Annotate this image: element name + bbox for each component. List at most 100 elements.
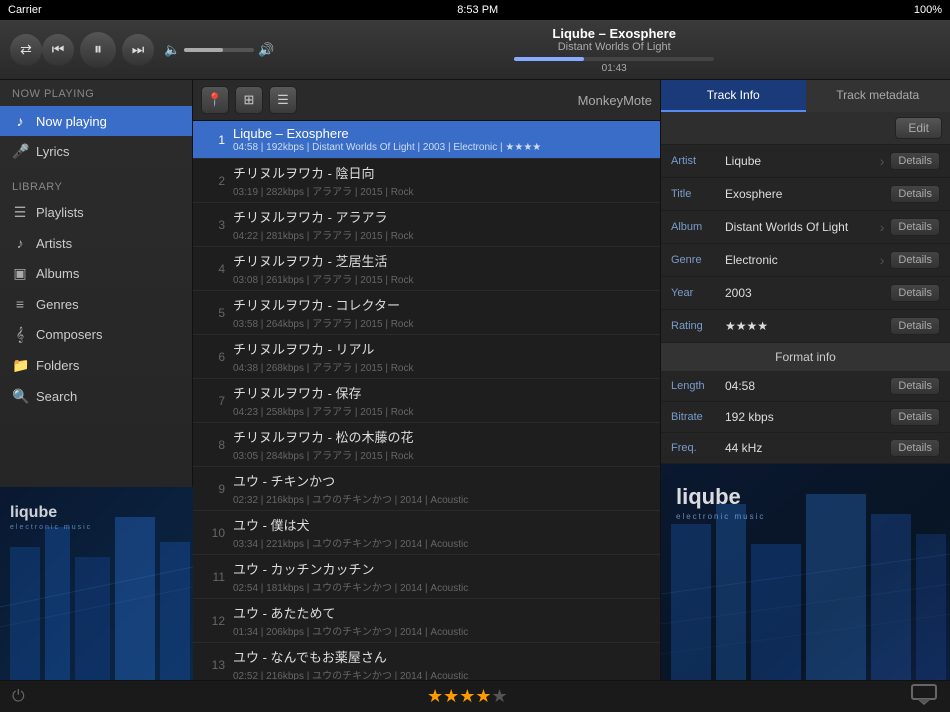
composers-icon: 𝄞 [12, 326, 28, 343]
track-number: 10 [201, 526, 225, 540]
track-album-display: Distant Worlds Of Light [288, 41, 940, 53]
sidebar-item-search-label: Search [36, 389, 77, 404]
track-row[interactable]: 8 チリヌルヲワカ - 松の木藤の花 03:05 | 284kbps | アラア… [193, 423, 660, 467]
track-number: 5 [201, 306, 225, 320]
location-button[interactable]: 📍 [201, 86, 229, 114]
prev-button[interactable]: ⏮ [42, 34, 74, 66]
meta-detail-button[interactable]: Details [890, 152, 940, 170]
sidebar-item-lyrics[interactable]: 🎤 Lyrics [0, 136, 192, 167]
meta-detail-button[interactable]: Details [890, 284, 940, 302]
track-meta: 04:22 | 281kbps | アラアラ | 2015 | Rock [233, 227, 652, 242]
sidebar-item-search[interactable]: 🔍 Search [0, 381, 192, 412]
meta-detail-button[interactable]: Details [890, 218, 940, 236]
track-number: 12 [201, 614, 225, 628]
sidebar-item-composers[interactable]: 𝄞 Composers [0, 319, 192, 350]
svg-text:electronic music: electronic music [676, 512, 765, 521]
format-row: Freq. 44 kHz Details [661, 433, 950, 464]
sidebar-item-folders[interactable]: 📁 Folders [0, 350, 192, 381]
meta-value: Distant Worlds Of Light [725, 220, 874, 234]
meta-label: Genre [671, 254, 719, 266]
track-row[interactable]: 3 チリヌルヲワカ - アラアラ 04:22 | 281kbps | アラアラ … [193, 203, 660, 247]
sidebar-item-lyrics-label: Lyrics [36, 144, 69, 159]
track-list: 1 Liqube – Exosphere 04:58 | 192kbps | D… [193, 121, 660, 712]
format-detail-button[interactable]: Details [890, 408, 940, 426]
sidebar-item-genres[interactable]: ≡ Genres [0, 289, 192, 319]
track-details: チリヌルヲワカ - 松の木藤の花 03:05 | 284kbps | アラアラ … [233, 427, 652, 462]
meta-row: Title Exosphere Details [661, 178, 950, 211]
now-playing-icon: ♪ [12, 113, 28, 129]
track-row[interactable]: 10 ユウ - 僕は犬 03:34 | 221kbps | ユウのチキンかつ |… [193, 511, 660, 555]
track-title: チリヌルヲワカ - リアル [233, 339, 652, 358]
meta-label: Artist [671, 155, 719, 167]
format-value: 04:58 [725, 379, 884, 393]
sidebar-item-now-playing[interactable]: ♪ Now playing [0, 106, 192, 136]
bottom-star-rating[interactable]: ★★★★★ [427, 686, 508, 707]
track-title: ユウ - チキンかつ [233, 471, 652, 490]
track-title: チリヌルヲワカ - 松の木藤の花 [233, 427, 652, 446]
shuffle-button[interactable]: ⇄ [10, 34, 42, 66]
sidebar-item-composers-label: Composers [36, 327, 102, 342]
track-number: 7 [201, 394, 225, 408]
sidebar-art-image: liqube electronic music [0, 487, 193, 680]
meta-row: Year 2003 Details [661, 277, 950, 310]
airplay-icon[interactable] [910, 683, 938, 711]
sidebar-art-svg: liqube electronic music [0, 487, 193, 680]
track-row[interactable]: 11 ユウ - カッチンカッチン 02:54 | 181kbps | ユウのチキ… [193, 555, 660, 599]
format-detail-button[interactable]: Details [890, 377, 940, 395]
time-display: 01:43 [602, 63, 627, 74]
track-details: ユウ - カッチンカッチン 02:54 | 181kbps | ユウのチキンかつ… [233, 559, 652, 594]
toolbar-row: 📍 ⊞ ☰ MonkeyMote [193, 80, 660, 121]
tab-track-info[interactable]: Track Info [661, 80, 806, 112]
meta-detail-button[interactable]: Details [890, 251, 940, 269]
track-title: ユウ - 僕は犬 [233, 515, 652, 534]
track-row[interactable]: 7 チリヌルヲワカ - 保存 04:23 | 258kbps | アラアラ | … [193, 379, 660, 423]
meta-arrow: › [880, 153, 885, 169]
track-row[interactable]: 4 チリヌルヲワカ - 芝居生活 03:08 | 261kbps | アラアラ … [193, 247, 660, 291]
play-pause-button[interactable]: ⏸ [80, 32, 116, 68]
track-meta: 03:19 | 282kbps | アラアラ | 2015 | Rock [233, 183, 652, 198]
volume-icon-high: 🔊 [258, 42, 274, 58]
meta-value: Liqube [725, 154, 874, 168]
power-icon[interactable]: ⏻ [12, 688, 25, 706]
list-view-button[interactable]: ☰ [269, 86, 297, 114]
meta-detail-button[interactable]: Details [890, 185, 940, 203]
volume-fill [184, 48, 223, 52]
meta-label: Rating [671, 320, 719, 332]
track-title: チリヌルヲワカ - 芝居生活 [233, 251, 652, 270]
edit-button[interactable]: Edit [895, 117, 942, 139]
track-row[interactable]: 6 チリヌルヲワカ - リアル 04:38 | 268kbps | アラアラ |… [193, 335, 660, 379]
tab-track-metadata[interactable]: Track metadata [806, 80, 950, 112]
format-detail-button[interactable]: Details [890, 439, 940, 457]
meta-label: Title [671, 188, 719, 200]
track-row[interactable]: 12 ユウ - あたためて 01:34 | 206kbps | ユウのチキンかつ… [193, 599, 660, 643]
track-row[interactable]: 2 チリヌルヲワカ - 陰日向 03:19 | 282kbps | アラアラ |… [193, 159, 660, 203]
volume-slider[interactable] [184, 48, 254, 52]
grid-view-button[interactable]: ⊞ [235, 86, 263, 114]
track-meta: 01:34 | 206kbps | ユウのチキンかつ | 2014 | Acou… [233, 623, 652, 638]
sidebar-item-albums[interactable]: ▣ Albums [0, 258, 192, 289]
sidebar-item-albums-label: Albums [36, 266, 79, 281]
track-row[interactable]: 5 チリヌルヲワカ - コレクター 03:58 | 264kbps | アラアラ… [193, 291, 660, 335]
lyrics-icon: 🎤 [12, 143, 28, 160]
track-title: チリヌルヲワカ - アラアラ [233, 207, 652, 226]
albums-icon: ▣ [12, 265, 28, 282]
next-button[interactable]: ⏭ [122, 34, 154, 66]
track-details: チリヌルヲワカ - リアル 04:38 | 268kbps | アラアラ | 2… [233, 339, 652, 374]
meta-value: Exosphere [725, 187, 884, 201]
track-meta: 03:08 | 261kbps | アラアラ | 2015 | Rock [233, 271, 652, 286]
track-title: チリヌルヲワカ - 保存 [233, 383, 652, 402]
progress-bar[interactable] [514, 57, 714, 61]
progress-area: 01:43 [288, 57, 940, 74]
sidebar-item-playlists[interactable]: ☰ Playlists [0, 197, 192, 228]
track-row[interactable]: 9 ユウ - チキンかつ 02:32 | 216kbps | ユウのチキンかつ … [193, 467, 660, 511]
sidebar-item-artists[interactable]: ♪ Artists [0, 228, 192, 258]
meta-value: Electronic [725, 253, 874, 267]
now-playing-section-header: Now playing [0, 80, 192, 106]
track-meta: 03:34 | 221kbps | ユウのチキンかつ | 2014 | Acou… [233, 535, 652, 550]
track-number: 1 [201, 133, 225, 147]
sidebar: Now playing ♪ Now playing 🎤 Lyrics Libra… [0, 80, 193, 712]
meta-detail-button[interactable]: Details [890, 317, 940, 335]
track-number: 3 [201, 218, 225, 232]
track-row[interactable]: 1 Liqube – Exosphere 04:58 | 192kbps | D… [193, 121, 660, 159]
track-details: チリヌルヲワカ - 保存 04:23 | 258kbps | アラアラ | 20… [233, 383, 652, 418]
